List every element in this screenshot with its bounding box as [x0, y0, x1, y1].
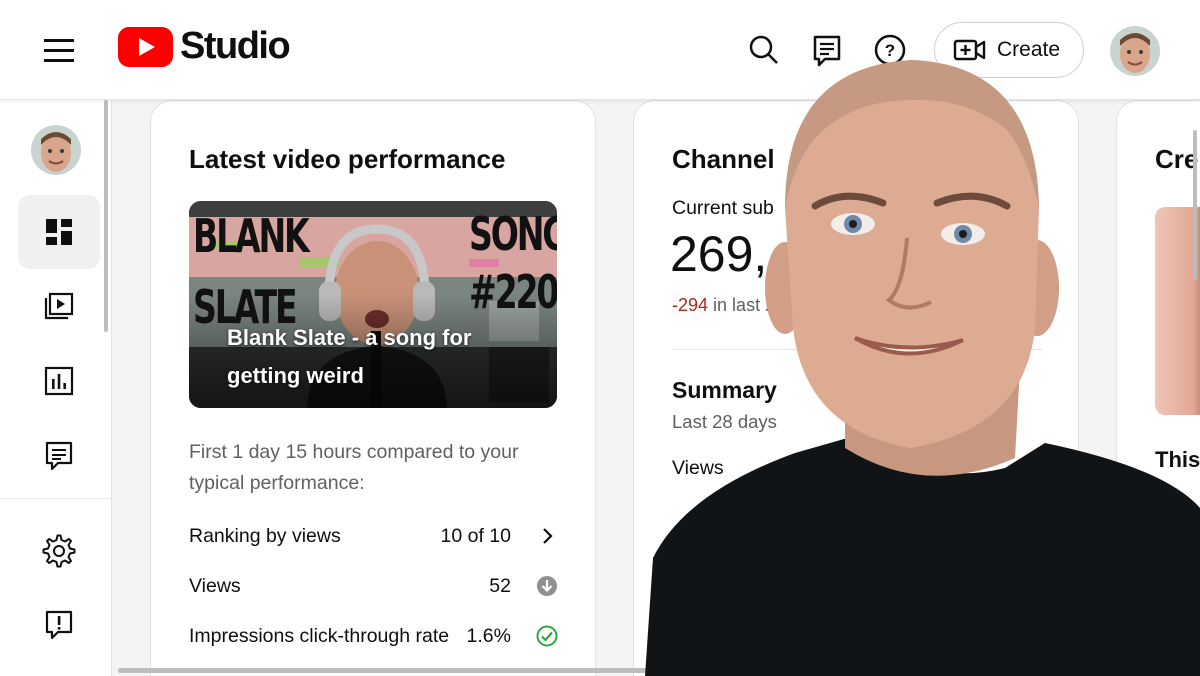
sidebar-item-comments[interactable]	[18, 418, 100, 492]
gear-icon	[42, 534, 76, 568]
check-circle-icon	[536, 625, 558, 647]
metric-label: Ranking by views	[189, 525, 341, 547]
horizontal-scrollbar[interactable]	[118, 668, 648, 673]
metric-value: 52	[489, 575, 511, 597]
presenter-webcam-overlay	[645, 60, 1200, 676]
comments-icon	[45, 441, 73, 471]
video-thumbnail[interactable]: BLANK SLATE SONG #220 Blank Slate - a so…	[189, 201, 557, 408]
sidebar-item-feedback[interactable]	[18, 588, 100, 662]
metric-row-ctr: Impressions click-through rate 1.6%	[189, 622, 559, 652]
sidebar-item-settings[interactable]	[18, 514, 100, 588]
arrow-down-circle-icon	[537, 576, 557, 596]
metric-value: 1.6%	[466, 625, 511, 647]
thumbnail-text-song: SONG	[469, 207, 557, 261]
metric-row-ranking[interactable]: Ranking by views 10 of 10	[189, 522, 559, 552]
video-title[interactable]: Blank Slate - a song for getting weird	[227, 319, 497, 395]
thumbnail-text-blank: BLANK	[193, 209, 310, 263]
content-icon	[44, 292, 74, 320]
logo-text: Studio	[180, 25, 291, 67]
dashboard-icon	[46, 219, 72, 245]
sidebar-item-content[interactable]	[18, 269, 100, 343]
metric-value: 10 of 10	[440, 525, 511, 547]
sidebar-scrollbar[interactable]	[104, 100, 108, 332]
feedback-icon	[45, 610, 73, 640]
thumbnail-text-number: #220	[469, 265, 557, 319]
metric-label: Impressions click-through rate	[189, 625, 450, 647]
hamburger-menu-icon[interactable]	[36, 30, 82, 70]
youtube-studio-logo[interactable]: Studio	[118, 25, 291, 68]
channel-avatar[interactable]	[31, 125, 81, 175]
chevron-right-icon[interactable]	[535, 524, 559, 548]
latest-video-card: Latest video performance BLANK SLATE SON…	[150, 100, 596, 676]
metric-label: Views	[189, 575, 241, 597]
metric-row-views: Views 52	[189, 572, 559, 602]
youtube-play-icon	[118, 26, 173, 67]
comparison-text: First 1 day 15 hours compared to your ty…	[189, 441, 519, 494]
sidebar-divider	[0, 498, 112, 499]
sidebar-item-dashboard[interactable]	[18, 195, 100, 269]
sidebar	[0, 100, 112, 676]
analytics-icon	[44, 366, 74, 396]
latest-video-title: Latest video performance	[189, 144, 506, 174]
sidebar-item-analytics[interactable]	[18, 344, 100, 418]
